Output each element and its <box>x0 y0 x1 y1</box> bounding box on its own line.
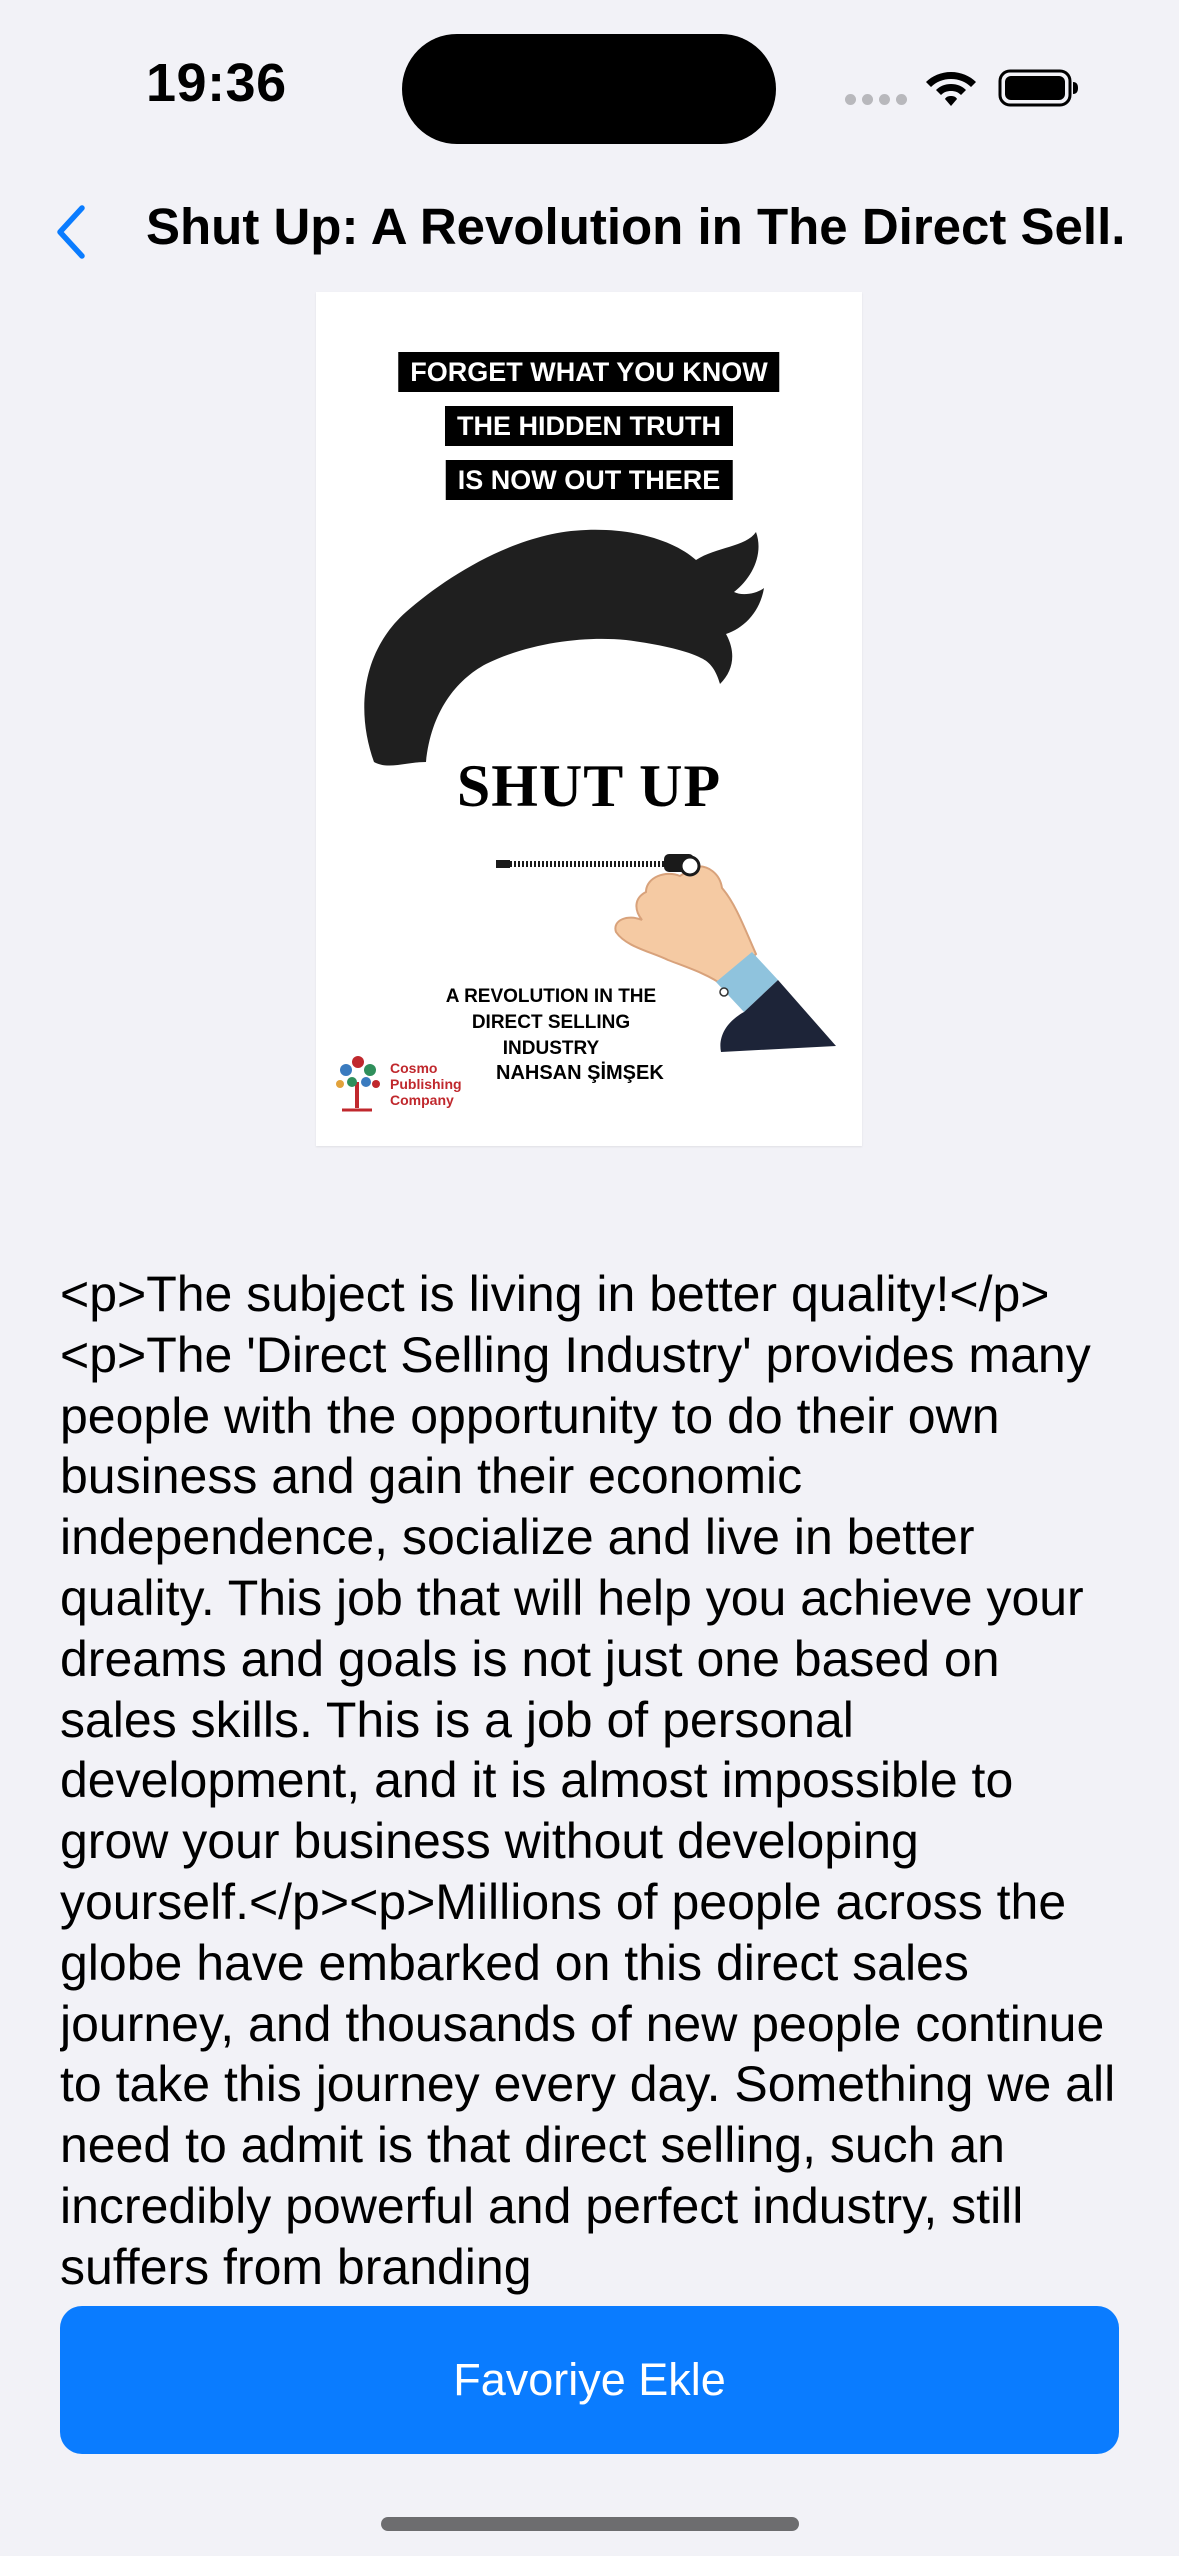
battery-icon <box>998 69 1078 107</box>
cover-subtitle: A REVOLUTION IN THE DIRECT SELLING INDUS… <box>445 986 657 1059</box>
book-cover-image: FORGET WHAT YOU KNOW THE HIDDEN TRUTH IS… <box>316 292 862 1146</box>
publisher-name: Cosmo Publishing Company <box>390 1060 462 1108</box>
wifi-icon <box>926 72 976 106</box>
chevron-left-icon <box>57 205 85 259</box>
page-title: Shut Up: A Revolution in The Direct Sell… <box>146 198 1126 255</box>
book-description: <p>The subject is living in better quali… <box>60 1266 1116 2295</box>
dynamic-island <box>402 34 776 144</box>
cover-author: NAHSAN ŞİMŞEK <box>496 1062 664 1084</box>
back-button[interactable] <box>40 192 100 272</box>
status-time: 19:36 <box>146 53 287 113</box>
add-to-favorites-button[interactable]: Favoriye Ekle <box>60 2306 1119 2454</box>
cover-title: SHUT UP <box>456 753 722 819</box>
add-to-favorites-label: Favoriye Ekle <box>453 2354 726 2405</box>
cellular-signal-icon <box>845 94 907 105</box>
home-indicator <box>381 2517 799 2531</box>
